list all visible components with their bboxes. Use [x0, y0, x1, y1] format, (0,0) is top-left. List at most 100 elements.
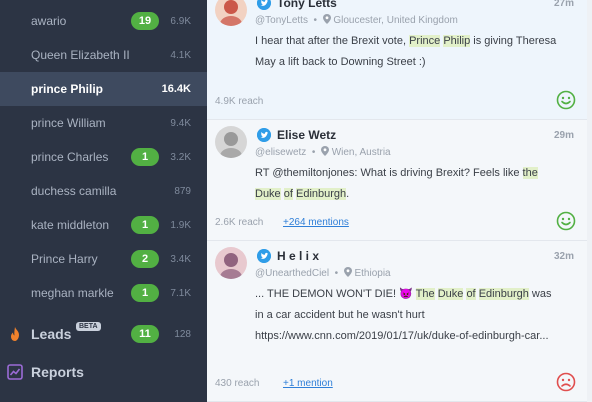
sidebar-item-keyword[interactable]: meghan markle 1 7.1K [0, 276, 207, 310]
author-meta: @elisewetz • Wien, Austria [255, 146, 391, 158]
new-mentions-badge: 19 [131, 12, 159, 30]
location-pin-icon [343, 267, 352, 277]
keyword-highlight: of [283, 188, 293, 200]
new-mentions-badge: 1 [131, 148, 159, 166]
flame-icon [11, 327, 19, 341]
keyword-highlight: Philip [443, 35, 471, 47]
keyword-highlight: Prince [409, 35, 441, 47]
author-meta: @UnearthedCiel • Ethiopia [255, 267, 391, 279]
avatar[interactable] [215, 0, 247, 26]
sidebar-item-keyword[interactable]: kate middleton 1 1.9K [0, 208, 207, 242]
mention-card[interactable]: Elise Wetz @elisewetz • Wien, Austria 29m R… [207, 120, 592, 241]
keyword-highlight: Edinburgh [296, 188, 347, 200]
leads-label: Leads [31, 326, 72, 342]
mention-card[interactable]: H e l i x @UnearthedCiel • Ethiopia 32m...… [207, 241, 592, 402]
keyword-label: awario [31, 14, 67, 28]
twitter-bird-icon [257, 249, 271, 263]
author-name[interactable]: Elise Wetz [277, 128, 336, 142]
keyword-label: Prince Harry [31, 252, 98, 266]
sidebar-item-reports[interactable]: Reports [0, 354, 207, 390]
keyword-label: prince Charles [31, 150, 109, 164]
new-mentions-badge: 1 [131, 216, 159, 234]
keyword-label: duchess camilla [31, 184, 117, 198]
keyword-highlight: Duke [437, 288, 464, 300]
sidebar-item-leads[interactable]: Leads BETA 11 128 [0, 316, 207, 352]
mention-card[interactable]: Tony Letts @TonyLetts • Gloucester, Unite… [207, 0, 592, 120]
mention-count: 7.1K [170, 287, 191, 299]
keyword-label: prince William [31, 116, 106, 130]
text-segment: . [346, 188, 350, 200]
sidebar-item-keyword[interactable]: Queen Elizabeth II 4.1K [0, 38, 207, 72]
reach-count: 430 reach [215, 378, 260, 389]
mentions-feed: Tony Letts @TonyLetts • Gloucester, Unite… [207, 0, 592, 402]
mention-count: 9.4K [170, 117, 191, 129]
mention-count: 4.1K [170, 49, 191, 61]
new-mentions-badge: 1 [131, 284, 159, 302]
mention-time[interactable]: 32m [554, 251, 574, 262]
keyword-highlight: Duke [255, 188, 281, 200]
mention-count: 6.9K [170, 15, 191, 27]
twitter-bird-icon [257, 0, 271, 10]
author-location: Ethiopia [354, 268, 391, 279]
twitter-bird-icon [257, 128, 271, 142]
sidebar-item-keyword[interactable]: awario 19 6.9K [0, 4, 207, 38]
author-meta: @TonyLetts • Gloucester, United Kingdom [255, 14, 458, 26]
scrollbar[interactable] [587, 0, 592, 402]
keyword-highlight: Edinburgh [478, 288, 529, 300]
author-handle[interactable]: @TonyLetts [255, 15, 308, 26]
mention-time[interactable]: 27m [554, 0, 574, 9]
text-segment: 👿 [399, 288, 413, 300]
mention-count: 879 [174, 185, 191, 197]
mention-text: ... THE DEMON WON'T DIE! 👿 The Duke of E… [255, 284, 561, 347]
author-location: Wien, Austria [331, 147, 391, 158]
author-name[interactable]: Tony Letts [277, 0, 337, 10]
avatar[interactable] [215, 126, 247, 158]
separator-dot: • [306, 147, 321, 158]
mention-count: 1.9K [170, 219, 191, 231]
location-pin-icon [320, 146, 329, 156]
text-segment: RT @themiltonjones: What is driving Brex… [255, 167, 523, 179]
keyword-highlight: The [415, 288, 435, 300]
keyword-label: kate middleton [31, 218, 110, 232]
mention-count: 3.4K [170, 253, 191, 265]
author-handle[interactable]: @elisewetz [255, 147, 306, 158]
separator-dot: • [307, 15, 323, 26]
beta-badge: BETA [76, 322, 101, 331]
sidebar-item-keyword[interactable]: prince Philip 16.4K [0, 72, 207, 106]
keyword-label: prince Philip [31, 82, 104, 96]
author-name[interactable]: H e l i x [277, 249, 319, 263]
author-location: Gloucester, United Kingdom [333, 15, 458, 26]
reports-label: Reports [31, 364, 84, 380]
sidebar-item-keyword[interactable]: Prince Harry 2 3.4K [0, 242, 207, 276]
author-handle[interactable]: @UnearthedCiel [255, 268, 329, 279]
sidebar: awario 19 6.9K Queen Elizabeth II 4.1K prince… [0, 0, 207, 402]
reach-count: 4.9K reach [215, 96, 264, 107]
keyword-highlight: of [466, 288, 476, 300]
text-segment: I hear that after the Brexit vote, [255, 35, 410, 47]
sidebar-item-keyword[interactable]: prince Charles 1 3.2K [0, 140, 207, 174]
keyword-label: meghan markle [31, 286, 114, 300]
mention-time[interactable]: 29m [554, 130, 574, 141]
smile-face-icon[interactable] [556, 90, 576, 110]
sidebar-item-keyword[interactable]: duchess camilla 879 [0, 174, 207, 208]
location-pin-icon [322, 14, 331, 24]
related-mentions-link[interactable]: +1 mention [283, 378, 333, 389]
mention-count: 16.4K [161, 83, 191, 95]
related-mentions-link[interactable]: +264 mentions [283, 217, 349, 228]
mention-text: RT @themiltonjones: What is driving Brex… [255, 163, 561, 205]
reach-count: 2.6K reach [215, 217, 264, 228]
avatar[interactable] [215, 247, 247, 279]
leads-badge: 11 [131, 325, 159, 343]
keyword-highlight: the [522, 167, 538, 179]
smile-face-icon[interactable] [556, 211, 576, 231]
sidebar-item-keyword[interactable]: prince William 9.4K [0, 106, 207, 140]
frown-face-icon[interactable] [556, 372, 576, 392]
keyword-label: Queen Elizabeth II [31, 48, 130, 62]
leads-count: 128 [174, 328, 191, 340]
mention-count: 3.2K [170, 151, 191, 163]
mention-text: I hear that after the Brexit vote, Princ… [255, 31, 561, 73]
separator-dot: • [329, 268, 344, 279]
text-segment: ... THE DEMON WON'T DIE! [255, 288, 400, 300]
new-mentions-badge: 2 [131, 250, 159, 268]
chart-line-icon [7, 364, 23, 380]
